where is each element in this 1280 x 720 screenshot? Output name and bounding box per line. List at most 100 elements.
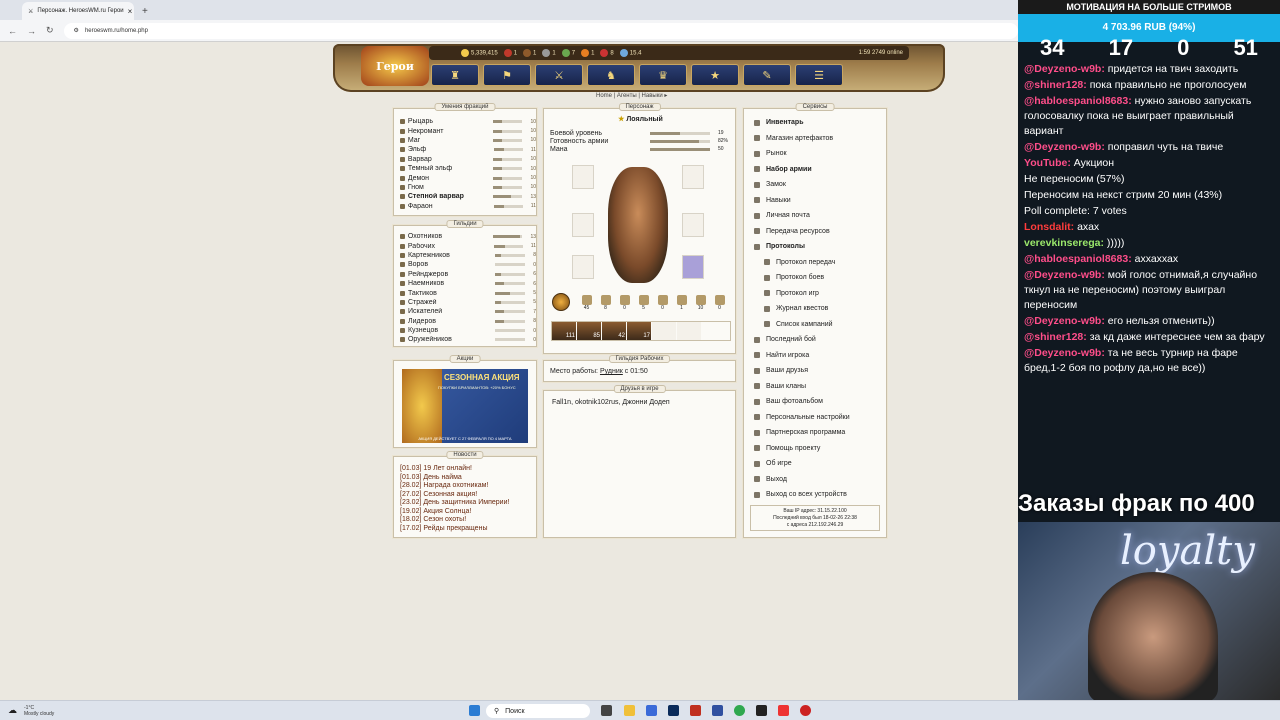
app-icon-5[interactable] bbox=[800, 705, 811, 716]
weather-icon[interactable]: ☁ bbox=[8, 705, 17, 716]
equip-slot-weapon[interactable] bbox=[572, 213, 594, 237]
army-unit[interactable]: 42 bbox=[602, 322, 626, 340]
factions-row[interactable]: Рыцарь 10 bbox=[394, 117, 536, 126]
hero-skill-7[interactable]: 0 bbox=[713, 295, 726, 311]
explorer-icon[interactable] bbox=[624, 705, 635, 716]
service-link[interactable]: Магазин артефактов bbox=[744, 131, 886, 147]
address-bar[interactable]: ⚙ heroeswm.ru/home.php bbox=[63, 22, 1018, 39]
menu-button-0[interactable]: ♜ bbox=[431, 64, 479, 86]
army-unit[interactable] bbox=[652, 322, 676, 340]
forward-icon[interactable]: → bbox=[27, 26, 36, 36]
hero-skill-3[interactable]: 5 bbox=[637, 295, 650, 311]
new-tab-icon[interactable]: + bbox=[142, 6, 148, 17]
factions-row[interactable]: Варвар 10 bbox=[394, 155, 536, 164]
news-item[interactable]: [18.02] Сезон охоты! bbox=[400, 516, 536, 525]
equip-slot-shield[interactable] bbox=[682, 213, 704, 237]
app-icon-2[interactable] bbox=[690, 705, 701, 716]
menu-button-6[interactable]: ✎ bbox=[743, 64, 791, 86]
equip-slot-hand[interactable] bbox=[572, 255, 594, 279]
guilds-row[interactable]: Рабочих 11 bbox=[394, 241, 536, 250]
game-logo[interactable]: Герои bbox=[361, 46, 429, 86]
equip-slot-head[interactable] bbox=[572, 165, 594, 189]
app-icon-3[interactable] bbox=[712, 705, 723, 716]
factions-row[interactable]: Гном 10 bbox=[394, 183, 536, 192]
news-item[interactable]: [01.03] День найма bbox=[400, 474, 536, 483]
service-link[interactable]: Партнерская программа bbox=[744, 425, 886, 441]
app-icon-4[interactable] bbox=[756, 705, 767, 716]
service-link[interactable]: Ваш фотоальбом bbox=[744, 394, 886, 410]
service-link[interactable]: Набор армии bbox=[744, 162, 886, 178]
service-link[interactable]: Передача ресурсов bbox=[744, 224, 886, 240]
guilds-row[interactable]: Тактиков 5 bbox=[394, 288, 536, 297]
promo-banner[interactable]: СЕЗОННАЯ АКЦИЯ ПОКУПКИ БРИЛЛИАНТОВ: +20%… bbox=[402, 369, 528, 443]
menu-button-3[interactable]: ♞ bbox=[587, 64, 635, 86]
news-item[interactable]: [01.03] 19 Лет онлайн! bbox=[400, 465, 536, 474]
hero-skill-5[interactable]: 1 bbox=[675, 295, 688, 311]
app-icon-1[interactable] bbox=[646, 705, 657, 716]
reload-icon[interactable]: ↻ bbox=[46, 25, 54, 36]
army-unit[interactable]: 17 bbox=[627, 322, 651, 340]
service-link[interactable]: Найти игрока bbox=[744, 348, 886, 364]
guilds-row[interactable]: Искателей 7 bbox=[394, 307, 536, 316]
equip-slot-neck[interactable] bbox=[682, 165, 704, 189]
browser-tab[interactable]: ⚔ Персонаж. HeroesWM.ru Герои × bbox=[22, 2, 134, 20]
hero-skill-4[interactable]: 0 bbox=[656, 295, 669, 311]
guilds-row[interactable]: Лидеров 8 bbox=[394, 317, 536, 326]
yandex-icon[interactable] bbox=[778, 705, 789, 716]
guilds-row[interactable]: Воров 0 bbox=[394, 260, 536, 269]
factions-row[interactable]: Фараон 11 bbox=[394, 202, 536, 211]
service-link[interactable]: Личная почта bbox=[744, 208, 886, 224]
news-item[interactable]: [28.02] Награда охотникам! bbox=[400, 482, 536, 491]
hero-skill-0[interactable]: 45 bbox=[580, 295, 593, 311]
guilds-row[interactable]: Оружейников 0 bbox=[394, 335, 536, 344]
service-link[interactable]: Протокол боев bbox=[744, 270, 886, 286]
service-link[interactable]: Инвентарь bbox=[744, 115, 886, 131]
faction-emblem-icon[interactable] bbox=[552, 293, 570, 311]
hero-skill-1[interactable]: 8 bbox=[599, 295, 612, 311]
guilds-row[interactable]: Рейнджеров 6 bbox=[394, 270, 536, 279]
guilds-row[interactable]: Стражей 5 bbox=[394, 298, 536, 307]
menu-button-2[interactable]: ⚔ bbox=[535, 64, 583, 86]
service-link[interactable]: Последний бой bbox=[744, 332, 886, 348]
army-unit[interactable]: 85 bbox=[577, 322, 601, 340]
guilds-row[interactable]: Кузнецов 0 bbox=[394, 326, 536, 335]
photoshop-icon[interactable] bbox=[668, 705, 679, 716]
menu-button-5[interactable]: ★ bbox=[691, 64, 739, 86]
army-unit[interactable] bbox=[677, 322, 701, 340]
service-link[interactable]: Об игре bbox=[744, 456, 886, 472]
menu-button-7[interactable]: ☰ bbox=[795, 64, 843, 86]
taskbar-search[interactable]: ⚲ Поиск bbox=[486, 704, 590, 718]
factions-row[interactable]: Темный эльф 10 bbox=[394, 164, 536, 173]
service-link[interactable]: Выход bbox=[744, 472, 886, 488]
service-link[interactable]: Помощь проекту bbox=[744, 441, 886, 457]
back-icon[interactable]: ← bbox=[8, 26, 17, 36]
guilds-row[interactable]: Наемников 6 bbox=[394, 279, 536, 288]
hero-portrait[interactable] bbox=[608, 167, 668, 283]
close-icon[interactable]: × bbox=[128, 7, 133, 16]
site-info-icon[interactable]: ⚙ bbox=[74, 27, 79, 34]
service-link[interactable]: Протоколы bbox=[744, 239, 886, 255]
service-link[interactable]: Протокол передач bbox=[744, 255, 886, 271]
army-unit[interactable]: 111 bbox=[552, 322, 576, 340]
service-link[interactable]: Замок bbox=[744, 177, 886, 193]
chrome-icon[interactable] bbox=[734, 705, 745, 716]
hero-skill-6[interactable]: 10 bbox=[694, 295, 707, 311]
equip-slot-ring[interactable] bbox=[682, 255, 704, 279]
service-link[interactable]: Рынок bbox=[744, 146, 886, 162]
army-bar[interactable]: 111 85 42 17 bbox=[551, 321, 731, 341]
friends-list[interactable]: Fall1n, okotnik102rus, Джонни Додеп bbox=[544, 391, 735, 406]
menu-button-1[interactable]: ⚑ bbox=[483, 64, 531, 86]
guilds-row[interactable]: Картежников 8 bbox=[394, 251, 536, 260]
guilds-row[interactable]: Охотников 13 bbox=[394, 232, 536, 241]
news-item[interactable]: [19.02] Акция Солнца! bbox=[400, 508, 536, 517]
service-link[interactable]: Список кампаний bbox=[744, 317, 886, 333]
service-link[interactable]: Ваши друзья bbox=[744, 363, 886, 379]
service-link[interactable]: Персональные настройки bbox=[744, 410, 886, 426]
news-item[interactable]: [23.02] День защитника Империи! bbox=[400, 499, 536, 508]
service-link[interactable]: Выход со всех устройств bbox=[744, 487, 886, 503]
service-link[interactable]: Протокол игр bbox=[744, 286, 886, 302]
news-item[interactable]: [27.02] Сезонная акция! bbox=[400, 491, 536, 500]
service-link[interactable]: Журнал квестов bbox=[744, 301, 886, 317]
factions-row[interactable]: Эльф 11 bbox=[394, 145, 536, 154]
factions-row[interactable]: Степной варвар 13 bbox=[394, 192, 536, 201]
